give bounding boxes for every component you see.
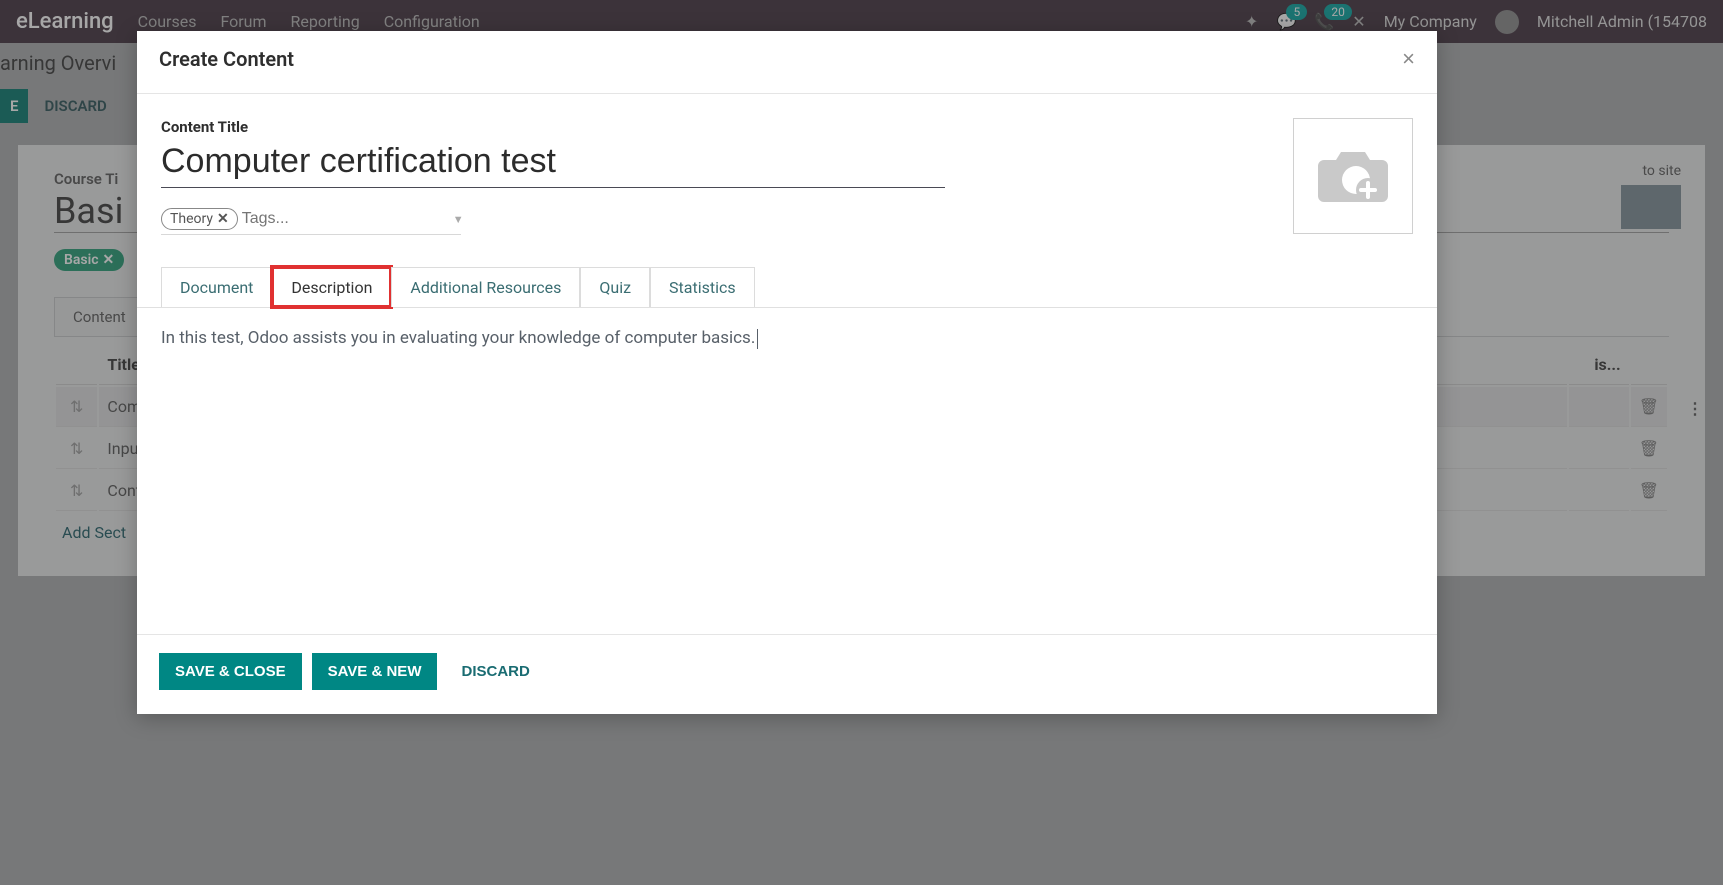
- modal-footer: SAVE & CLOSE SAVE & NEW DISCARD: [137, 634, 1437, 714]
- image-upload-placeholder[interactable]: [1293, 118, 1413, 234]
- modal-body: Content Title Theory ✕ ▼ Document Descri…: [137, 94, 1437, 634]
- tab-additional-resources[interactable]: Additional Resources: [391, 267, 580, 307]
- save-close-button[interactable]: SAVE & CLOSE: [159, 653, 302, 690]
- tags-input[interactable]: [238, 208, 453, 230]
- description-text: In this test, Odoo assists you in evalua…: [161, 328, 755, 348]
- chevron-down-icon[interactable]: ▼: [453, 213, 464, 226]
- text-cursor: [757, 329, 758, 349]
- tab-document[interactable]: Document: [161, 267, 272, 307]
- modal-tabs: Document Description Additional Resource…: [137, 267, 1437, 308]
- save-new-button[interactable]: SAVE & NEW: [312, 653, 438, 690]
- tag-chip-theory[interactable]: Theory ✕: [161, 208, 238, 230]
- discard-button[interactable]: DISCARD: [447, 653, 543, 690]
- tags-field[interactable]: Theory ✕ ▼: [161, 208, 461, 235]
- modal-close-button[interactable]: ×: [1402, 48, 1415, 70]
- modal-header: Create Content ×: [137, 31, 1437, 94]
- create-content-modal: Create Content × Content Title Theory ✕ …: [137, 31, 1437, 714]
- tag-remove-icon[interactable]: ✕: [217, 211, 229, 227]
- content-title-label: Content Title: [161, 118, 1413, 136]
- tab-statistics[interactable]: Statistics: [650, 267, 755, 307]
- content-title-input[interactable]: [161, 138, 945, 188]
- camera-plus-icon: [1314, 146, 1392, 206]
- description-editor[interactable]: In this test, Odoo assists you in evalua…: [161, 328, 1413, 349]
- modal-title: Create Content: [159, 47, 294, 71]
- close-icon: ×: [1402, 46, 1415, 71]
- tag-label: Theory: [170, 211, 213, 227]
- tab-quiz[interactable]: Quiz: [580, 267, 650, 307]
- tab-description[interactable]: Description: [272, 267, 391, 307]
